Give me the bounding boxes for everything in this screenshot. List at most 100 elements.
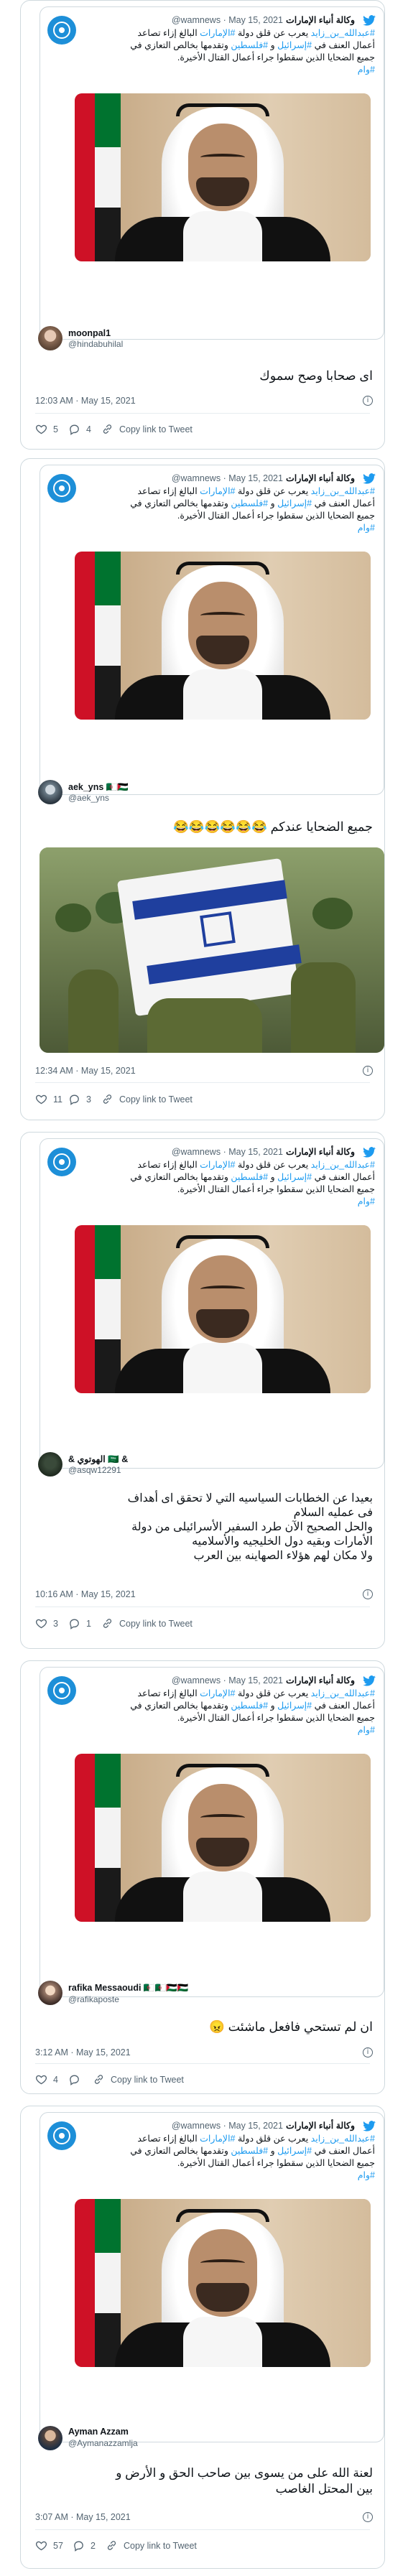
hashtag-link[interactable]: #عبدالله_بن_زايد (311, 2134, 375, 2144)
author-name[interactable]: Ayman Azzam (68, 2427, 129, 2437)
quoted-tweet[interactable]: وكالة أنباء الإمارات@wamnews · May 15, 2… (40, 6, 384, 340)
avatar[interactable] (38, 1452, 62, 1477)
quoted-tweet-photo[interactable] (75, 1754, 371, 1922)
twitter-bird-icon[interactable] (362, 2121, 376, 2132)
quoted-author-handle[interactable]: @wamnews · May 15, 2021 (172, 1675, 283, 1685)
quoted-tweet[interactable]: وكالة أنباء الإمارات@wamnews · May 15, 2… (40, 1138, 384, 1469)
hashtag-link[interactable]: #إسرائيل (277, 40, 312, 50)
like-button[interactable]: 3 (35, 1617, 58, 1629)
hashtag-link[interactable]: #عبدالله_بن_زايد (311, 28, 375, 38)
quoted-tweet-photo[interactable] (75, 1225, 371, 1393)
tweet-timestamp[interactable]: 10:16 AM · May 15, 2021 (35, 1589, 136, 1599)
hashtag-link[interactable]: #الإمارات (200, 2134, 235, 2144)
like-button[interactable]: 11 (35, 1093, 62, 1105)
tweet-timestamp[interactable]: 12:03 AM · May 15, 2021 (35, 396, 136, 406)
quoted-author-name[interactable]: وكالة أنباء الإمارات (286, 2121, 355, 2131)
like-button[interactable]: 4 (35, 2073, 58, 2086)
author-name[interactable]: aek_yns 🇩🇿🇵🇸 (68, 782, 129, 793)
reply-button[interactable]: 1 (68, 1617, 91, 1629)
hashtag-link[interactable]: #عبدالله_بن_زايد (311, 1160, 375, 1170)
info-icon[interactable]: i (363, 2512, 373, 2522)
hashtag-link[interactable]: #إسرائيل (277, 1172, 312, 1182)
avatar[interactable] (38, 326, 62, 350)
hashtag-link[interactable]: #الإمارات (200, 1688, 235, 1698)
hashtag-link[interactable]: #إسرائيل (277, 1701, 312, 1711)
info-icon[interactable]: i (363, 2047, 373, 2057)
like-button[interactable]: 57 (35, 2539, 63, 2552)
hashtag-link[interactable]: #إسرائيل (277, 2146, 312, 2156)
quoted-author-handle[interactable]: @wamnews · May 15, 2021 (172, 15, 283, 25)
author-name[interactable]: & الهوتوي 🇸🇦 & (68, 1454, 128, 1465)
tweet-card[interactable]: وكالة أنباء الإمارات@wamnews · May 15, 2… (20, 458, 385, 1120)
quoted-author-name[interactable]: وكالة أنباء الإمارات (286, 1675, 355, 1685)
quoted-author-name[interactable]: وكالة أنباء الإمارات (286, 15, 355, 25)
quoted-tweet[interactable]: وكالة أنباء الإمارات@wamnews · May 15, 2… (40, 465, 384, 795)
quoted-tweet-photo[interactable] (75, 2199, 371, 2367)
quoted-author-handle[interactable]: @wamnews · May 15, 2021 (172, 1147, 283, 1157)
author-handle[interactable]: @hindabuhilal (68, 339, 123, 349)
twitter-bird-icon[interactable] (362, 473, 376, 485)
info-icon[interactable]: i (363, 1589, 373, 1599)
twitter-bird-icon[interactable] (362, 1147, 376, 1158)
hashtag-link[interactable]: #وام (358, 1196, 375, 1206)
quoted-tweet-photo[interactable] (75, 552, 371, 720)
quoted-author-name[interactable]: وكالة أنباء الإمارات (286, 1147, 355, 1157)
hashtag-link[interactable]: #الإمارات (200, 486, 235, 496)
tweet-timestamp[interactable]: 3:12 AM · May 15, 2021 (35, 2047, 131, 2057)
tweet-timestamp[interactable]: 3:07 AM · May 15, 2021 (35, 2512, 131, 2522)
quoted-author-handle[interactable]: @wamnews · May 15, 2021 (172, 2121, 283, 2131)
tweet-card[interactable]: وكالة أنباء الإمارات@wamnews · May 15, 2… (20, 0, 385, 450)
copy-link-button[interactable]: Copy link to Tweet (101, 1617, 193, 1629)
info-icon[interactable]: i (363, 1066, 373, 1076)
twitter-bird-icon[interactable] (362, 1675, 376, 1687)
quoted-tweet-photo[interactable] (75, 93, 371, 261)
author-handle[interactable]: @asqw12291 (68, 1465, 121, 1475)
hashtag-link[interactable]: #عبدالله_بن_زايد (311, 1688, 375, 1698)
author-name[interactable]: rafika Messaoudi 🇩🇿🇩🇿🇵🇸🇵🇸 (68, 1983, 188, 1994)
reply-button[interactable]: 3 (68, 1093, 91, 1105)
quoted-author-name[interactable]: وكالة أنباء الإمارات (286, 473, 355, 483)
reply-button[interactable] (68, 2073, 86, 2086)
hashtag-link[interactable]: #فلسطين (231, 2146, 268, 2156)
twitter-bird-icon[interactable] (362, 15, 376, 27)
quoted-tweet[interactable]: وكالة أنباء الإمارات@wamnews · May 15, 2… (40, 2112, 384, 2442)
avatar[interactable] (38, 2426, 62, 2450)
reply-button[interactable]: 4 (68, 423, 91, 435)
hashtag-link[interactable]: #وام (358, 65, 375, 75)
attached-photo[interactable] (40, 847, 384, 1053)
hashtag-link[interactable]: #فلسطين (231, 498, 268, 508)
like-count: 3 (53, 1618, 58, 1629)
tweet-timestamp[interactable]: 12:34 AM · May 15, 2021 (35, 1066, 136, 1076)
hashtag-link[interactable]: #فلسطين (231, 40, 268, 50)
avatar[interactable] (38, 780, 62, 804)
author-handle[interactable]: @aek_yns (68, 793, 109, 803)
hashtag-link[interactable]: #وام (358, 523, 375, 533)
author-handle[interactable]: @Aymanazzamlja (68, 2438, 138, 2448)
quoted-tweet[interactable]: وكالة أنباء الإمارات@wamnews · May 15, 2… (40, 1667, 384, 1997)
copy-link-button[interactable]: Copy link to Tweet (106, 2539, 197, 2552)
author-name[interactable]: moonpal1 (68, 328, 111, 338)
hashtag-link[interactable]: #إسرائيل (277, 498, 312, 508)
hashtag-link[interactable]: #فلسطين (231, 1701, 268, 1711)
reply-button[interactable]: 2 (73, 2539, 96, 2552)
copy-link-button[interactable]: Copy link to Tweet (101, 1093, 193, 1105)
copy-link-button[interactable]: Copy link to Tweet (101, 423, 193, 435)
tweet-card[interactable]: وكالة أنباء الإمارات@wamnews · May 15, 2… (20, 2106, 385, 2569)
hashtag-link[interactable]: #الإمارات (200, 28, 235, 38)
like-button[interactable]: 5 (35, 423, 58, 435)
hashtag-link[interactable]: #فلسطين (231, 1172, 268, 1182)
tweet-text: اى صحابا وصح سموك (259, 368, 373, 383)
copy-link-button[interactable]: Copy link to Tweet (93, 2073, 184, 2086)
info-icon[interactable]: i (363, 396, 373, 406)
hashtag-link[interactable]: #عبدالله_بن_زايد (311, 486, 375, 496)
hashtag-link[interactable]: #الإمارات (200, 1160, 235, 1170)
author-handle[interactable]: @rafikaposte (68, 1994, 119, 2004)
hashtag-link[interactable]: #وام (358, 2170, 375, 2180)
quoted-tweet-text: #عبدالله_بن_زايد يعرب عن قلق دولة #الإما… (130, 28, 375, 75)
quoted-author-handle[interactable]: @wamnews · May 15, 2021 (172, 473, 283, 483)
tweet-card[interactable]: وكالة أنباء الإمارات@wamnews · May 15, 2… (20, 1132, 385, 1649)
tweet-card[interactable]: وكالة أنباء الإمارات@wamnews · May 15, 2… (20, 1660, 385, 2094)
hashtag-link[interactable]: #وام (358, 1725, 375, 1735)
like-count: 4 (53, 2074, 58, 2085)
avatar[interactable] (38, 1981, 62, 2005)
